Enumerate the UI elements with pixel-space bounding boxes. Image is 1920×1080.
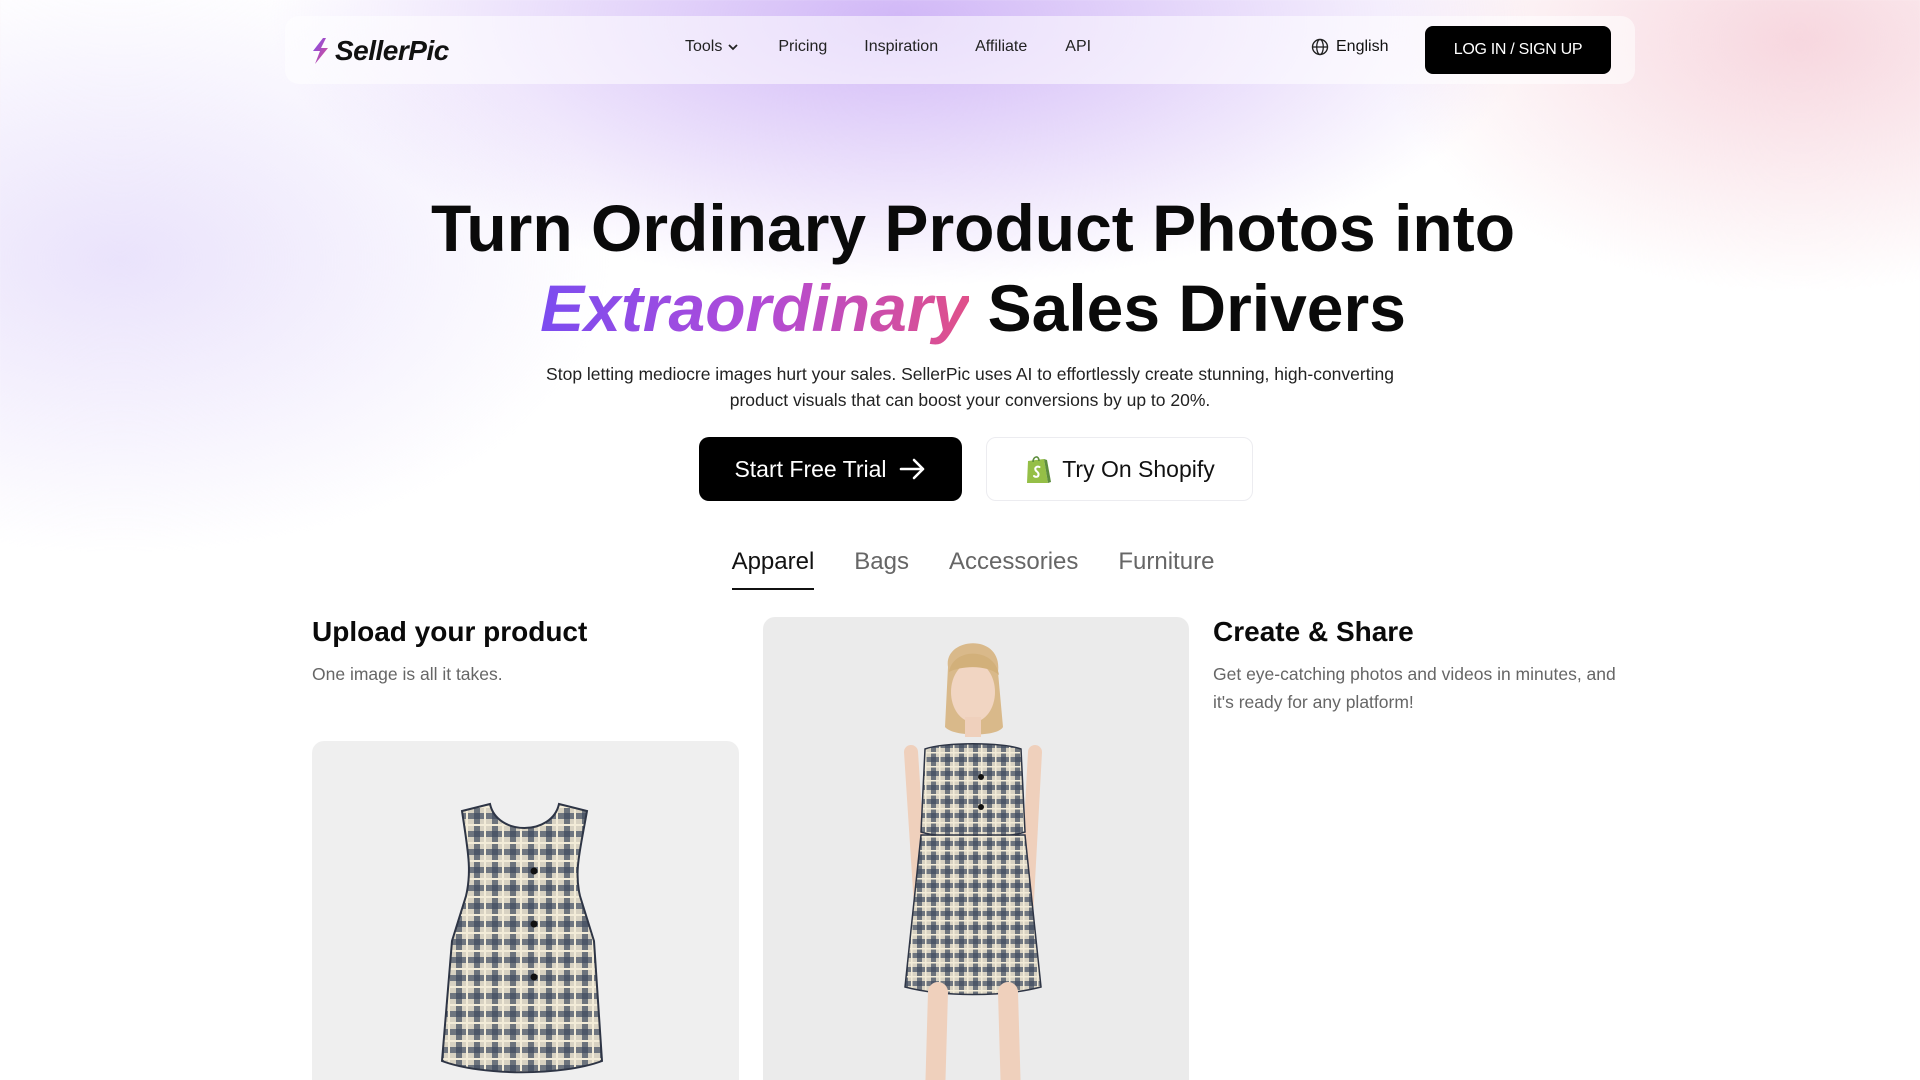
tab-apparel[interactable]: Apparel — [731, 548, 814, 590]
logo-bolt-icon — [313, 38, 328, 64]
language-label: English — [1336, 38, 1389, 55]
plaid-vest-image — [440, 802, 604, 1074]
create-share-desc: Get eye-catching photos and videos in mi… — [1213, 660, 1616, 716]
category-tabs: Apparel Bags Accessories Furniture — [0, 548, 1920, 590]
try-on-shopify-label: Try On Shopify — [1062, 455, 1215, 482]
nav-tools[interactable]: Tools — [685, 38, 740, 56]
try-on-shopify-button[interactable]: Try On Shopify — [986, 437, 1253, 501]
tab-furniture[interactable]: Furniture — [1118, 548, 1214, 590]
start-free-trial-button[interactable]: Start Free Trial — [699, 437, 962, 501]
create-share-desc-line2: it's ready for any platform! — [1213, 692, 1414, 712]
start-free-trial-label: Start Free Trial — [734, 455, 887, 482]
logo-text: SellerPic — [335, 35, 449, 66]
hero-subtitle-line1: Stop letting mediocre images hurt your s… — [546, 364, 1394, 384]
nav-links: Tools Pricing Inspiration Affiliate API — [685, 38, 1091, 56]
nav-pricing[interactable]: Pricing — [778, 38, 827, 56]
hero-title-line2: Extraordinary Sales Drivers — [0, 268, 1920, 348]
hero-title-highlight: Extraordinary — [540, 271, 970, 345]
chevron-down-icon — [728, 44, 738, 51]
hero-subtitle-line2: product visuals that can boost your conv… — [729, 390, 1211, 410]
globe-icon — [1311, 38, 1329, 56]
model-wearing-outfit-image — [904, 643, 1042, 1080]
create-share-desc-line1: Get eye-catching photos and videos in mi… — [1213, 664, 1616, 684]
product-image-card — [312, 741, 739, 1080]
top-navbar: SellerPic Tools Pricing Inspiration Affi… — [285, 16, 1635, 84]
create-share-title: Create & Share — [1213, 616, 1414, 647]
upload-desc: One image is all it takes. — [312, 664, 503, 684]
tab-bags[interactable]: Bags — [854, 548, 909, 590]
login-signup-button[interactable]: LOG IN / SIGN UP — [1425, 26, 1611, 74]
nav-affiliate[interactable]: Affiliate — [975, 38, 1027, 56]
model-image-card — [763, 617, 1189, 1080]
logo[interactable]: SellerPic — [309, 35, 449, 67]
tab-accessories[interactable]: Accessories — [949, 548, 1078, 590]
hero-title-line1: Turn Ordinary Product Photos into — [430, 191, 1516, 265]
nav-tools-label: Tools — [685, 38, 723, 55]
nav-inspiration[interactable]: Inspiration — [864, 38, 938, 56]
shopify-bag-icon — [1027, 456, 1052, 483]
arrow-right-icon — [899, 458, 924, 480]
hero-subtitle: Stop letting mediocre images hurt your s… — [520, 361, 1420, 413]
language-selector[interactable]: English — [1311, 38, 1388, 56]
hero-title-rest: Sales Drivers — [969, 271, 1406, 345]
nav-api[interactable]: API — [1065, 38, 1091, 56]
upload-title: Upload your product — [312, 616, 588, 647]
